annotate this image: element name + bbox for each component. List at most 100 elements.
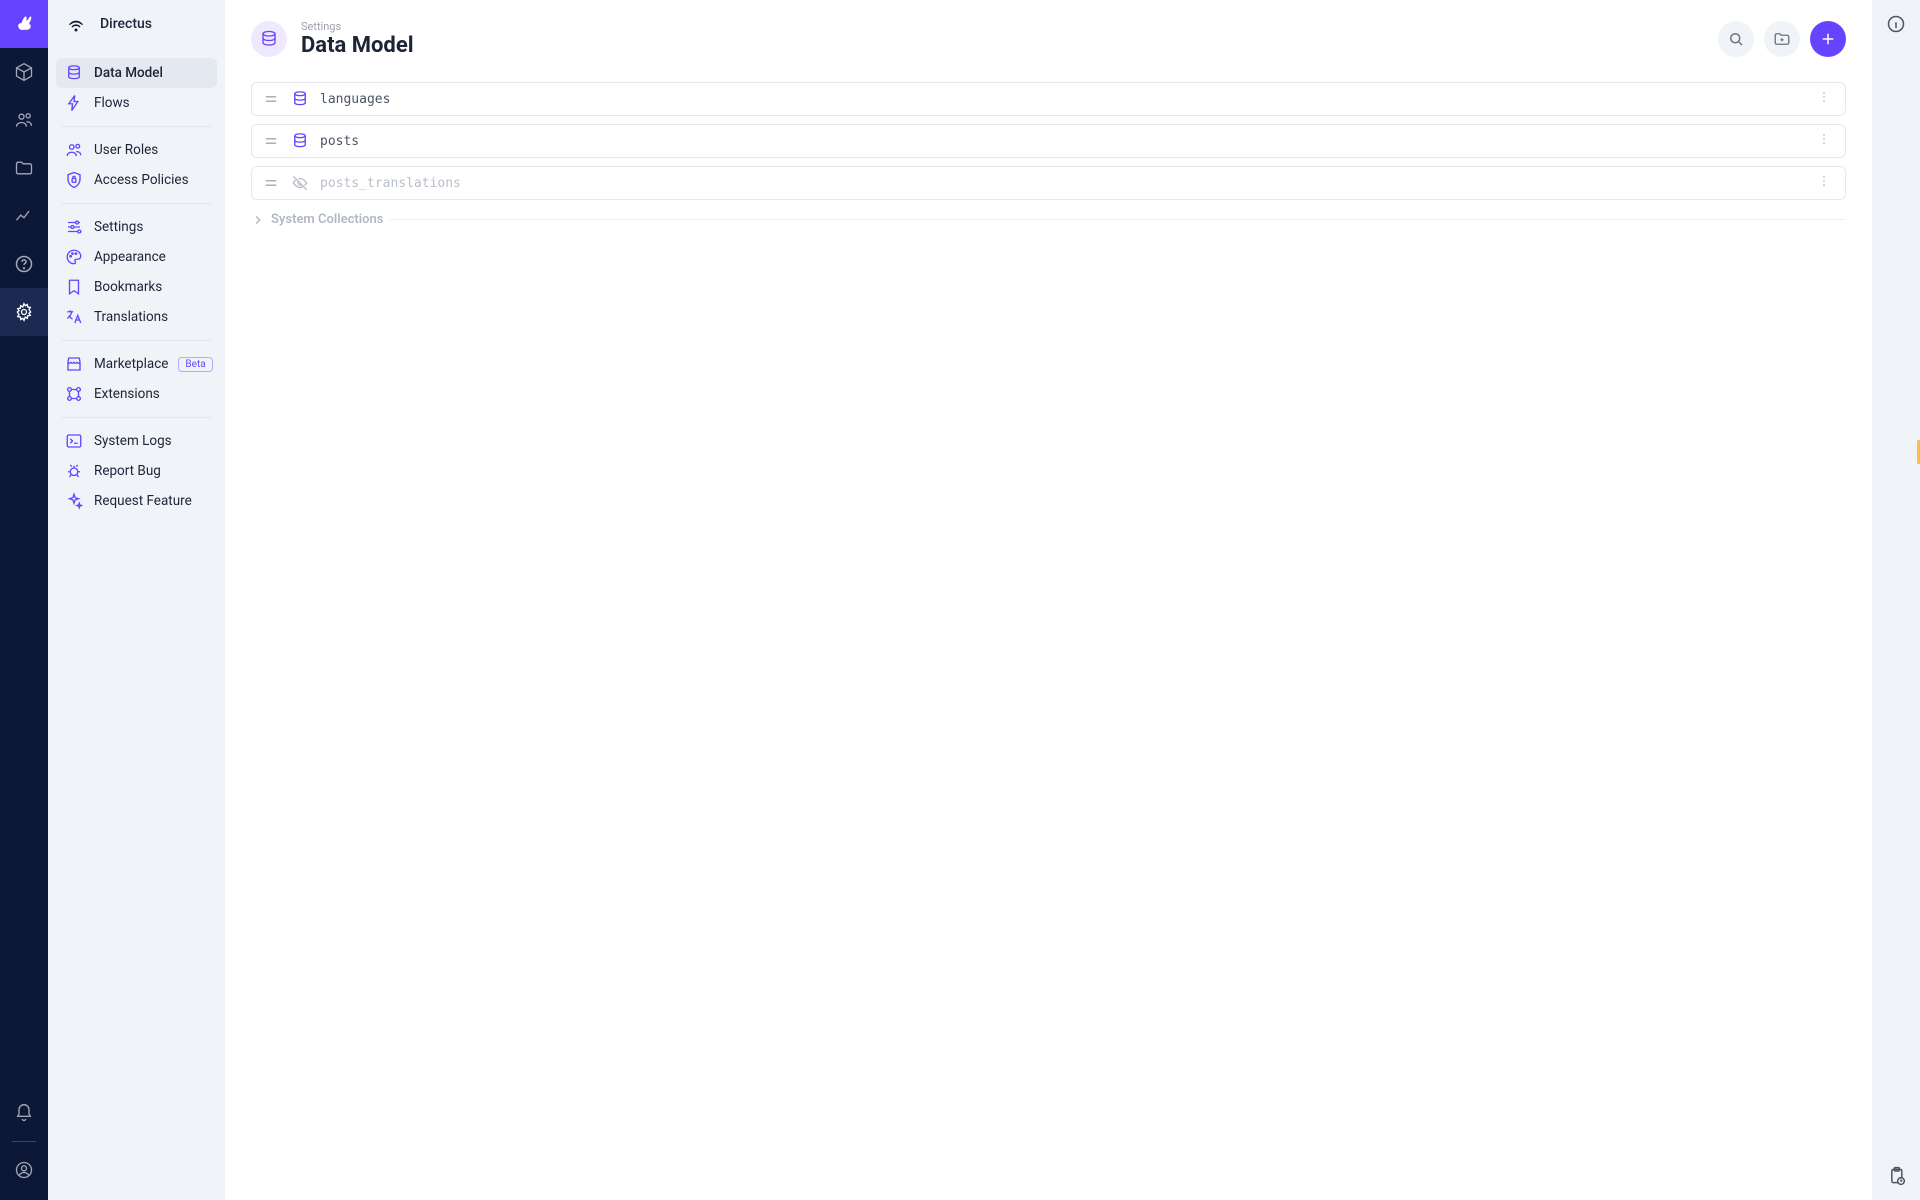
translate-icon — [64, 307, 84, 327]
drag-handle-icon[interactable] — [262, 90, 280, 108]
plus-icon — [1819, 30, 1837, 48]
nav-item-data-model[interactable]: Data Model — [56, 58, 217, 88]
utility-rail — [1872, 0, 1920, 1200]
system-collections-label: System Collections — [271, 212, 383, 227]
nav-item-translations[interactable]: Translations — [56, 302, 217, 332]
create-collection-button[interactable] — [1810, 21, 1846, 57]
nav-divider — [62, 340, 211, 341]
terminal-icon — [64, 431, 84, 451]
chevron-right-icon — [251, 213, 265, 227]
nav-item-appearance[interactable]: Appearance — [56, 242, 217, 272]
create-folder-button[interactable] — [1764, 21, 1800, 57]
nav-item-label: Report Bug — [94, 463, 161, 479]
info-icon — [1886, 14, 1906, 34]
nav-divider — [62, 203, 211, 204]
shield-lock-icon — [64, 170, 84, 190]
new-folder-icon — [1773, 30, 1791, 48]
notifications-button[interactable] — [0, 1089, 48, 1137]
nav-item-extensions[interactable]: Extensions — [56, 379, 217, 409]
drag-handle-icon[interactable] — [262, 174, 280, 192]
account-icon — [14, 1160, 34, 1180]
settings-sidebar: Directus Data Model Flows User Roles Access… — [48, 0, 225, 1200]
rabbit-icon — [14, 14, 34, 34]
insights-module[interactable] — [0, 192, 48, 240]
nav-item-marketplace[interactable]: MarketplaceBeta — [56, 349, 217, 379]
nav-item-label: System Logs — [94, 433, 172, 449]
nav-item-report-bug[interactable]: Report Bug — [56, 456, 217, 486]
rail-divider — [12, 1141, 36, 1142]
users-icon — [64, 140, 84, 160]
nav-item-label: Settings — [94, 219, 143, 235]
users-module[interactable] — [0, 96, 48, 144]
nav-list: Data Model Flows User Roles Access Policies… — [48, 48, 225, 526]
nav-item-label: Marketplace — [94, 356, 168, 372]
database-icon — [290, 89, 310, 109]
database-icon — [290, 131, 310, 151]
page-header: Settings Data Model — [251, 20, 1846, 58]
project-name: Directus — [100, 16, 152, 32]
files-module[interactable] — [0, 144, 48, 192]
bug-icon — [64, 461, 84, 481]
nav-item-system-logs[interactable]: System Logs — [56, 426, 217, 456]
search-icon — [1727, 30, 1745, 48]
collection-row[interactable]: posts — [251, 124, 1846, 158]
module-rail — [0, 0, 48, 1200]
nav-item-settings[interactable]: Settings — [56, 212, 217, 242]
collection-name: posts_translations — [320, 176, 461, 191]
docs-module[interactable] — [0, 240, 48, 288]
gear-icon — [14, 302, 34, 322]
page-icon-badge — [251, 21, 287, 57]
nav-item-label: Data Model — [94, 65, 163, 81]
main-content: Settings Data Model languages posts posts_… — [225, 0, 1872, 1200]
nav-item-request-feature[interactable]: Request Feature — [56, 486, 217, 516]
database-icon — [260, 30, 278, 48]
bolt-icon — [64, 93, 84, 113]
nav-item-label: User Roles — [94, 142, 158, 158]
sparkle-icon — [64, 491, 84, 511]
row-menu-button[interactable] — [1813, 128, 1835, 154]
folder-icon — [14, 158, 34, 178]
collection-row[interactable]: posts_translations — [251, 166, 1846, 200]
nav-item-label: Access Policies — [94, 172, 189, 188]
sliders-icon — [64, 217, 84, 237]
logo[interactable] — [0, 0, 48, 48]
project-header[interactable]: Directus — [48, 0, 225, 48]
account-button[interactable] — [0, 1146, 48, 1194]
bookmark-icon — [64, 277, 84, 297]
info-button[interactable] — [1884, 12, 1908, 36]
nav-divider — [62, 126, 211, 127]
nav-item-label: Translations — [94, 309, 168, 325]
collections-list: languages posts posts_translations — [251, 82, 1846, 200]
row-menu-button[interactable] — [1813, 86, 1835, 112]
search-button[interactable] — [1718, 21, 1754, 57]
nav-item-label: Bookmarks — [94, 279, 162, 295]
bell-icon — [14, 1103, 34, 1123]
nav-item-label: Request Feature — [94, 493, 192, 509]
divider-line — [389, 219, 1846, 220]
row-menu-button[interactable] — [1813, 170, 1835, 196]
drag-handle-icon[interactable] — [262, 132, 280, 150]
collection-row[interactable]: languages — [251, 82, 1846, 116]
nav-item-label: Appearance — [94, 249, 166, 265]
people-icon — [14, 110, 34, 130]
clipboard-time-icon — [1886, 1166, 1906, 1186]
nav-divider — [62, 417, 211, 418]
content-module[interactable] — [0, 48, 48, 96]
nav-item-bookmarks[interactable]: Bookmarks — [56, 272, 217, 302]
clipboard-button[interactable] — [1884, 1164, 1908, 1188]
extensions-icon — [64, 384, 84, 404]
help-icon — [14, 254, 34, 274]
nav-item-access-policies[interactable]: Access Policies — [56, 165, 217, 195]
breadcrumb[interactable]: Settings — [301, 20, 414, 33]
storefront-icon — [64, 354, 84, 374]
nav-item-flows[interactable]: Flows — [56, 88, 217, 118]
collection-name: posts — [320, 134, 359, 149]
system-collections-toggle[interactable]: System Collections — [251, 212, 1846, 227]
nav-item-user-roles[interactable]: User Roles — [56, 135, 217, 165]
database-icon — [64, 63, 84, 83]
settings-module[interactable] — [0, 288, 48, 336]
hidden-icon — [290, 173, 310, 193]
nav-item-label: Flows — [94, 95, 130, 111]
collection-name: languages — [320, 92, 390, 107]
page-title: Data Model — [301, 33, 414, 58]
